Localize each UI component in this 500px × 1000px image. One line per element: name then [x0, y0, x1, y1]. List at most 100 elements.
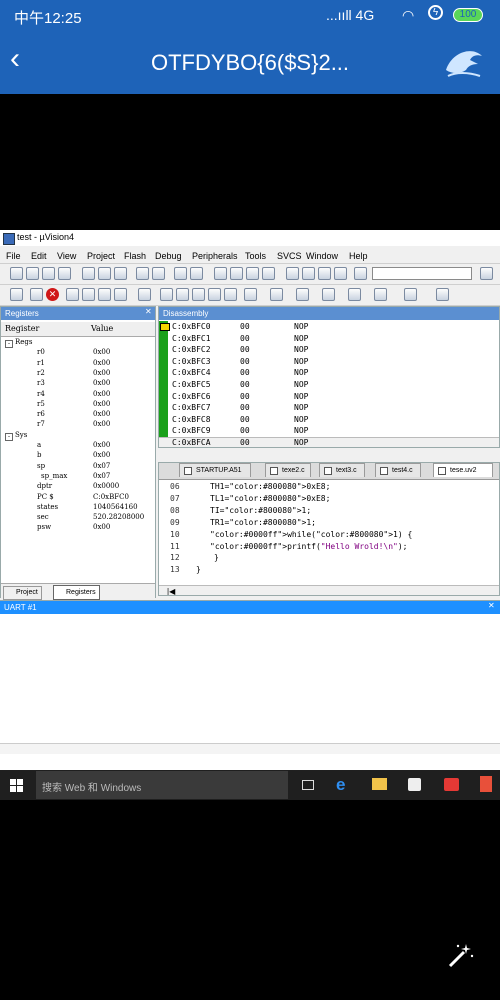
- bookmark-next-icon[interactable]: [246, 267, 259, 280]
- register-row[interactable]: r5 0x00: [1, 400, 153, 410]
- stop-icon[interactable]: ✕: [46, 288, 59, 301]
- watch-window-icon[interactable]: [244, 288, 257, 301]
- task-view-icon[interactable]: [302, 780, 314, 790]
- app-red-icon[interactable]: [444, 778, 459, 791]
- bookmark-clear-icon[interactable]: [262, 267, 275, 280]
- command-window-icon[interactable]: [160, 288, 173, 301]
- indent-icon[interactable]: [286, 267, 299, 280]
- tab-startup[interactable]: STARTUP.A51: [179, 463, 251, 477]
- bookmark-icon[interactable]: [214, 267, 227, 280]
- taskbar-search-box[interactable]: 搜索 Web 和 Windows: [36, 771, 288, 799]
- menu-debug[interactable]: Debug: [155, 251, 182, 261]
- registers-window-icon[interactable]: [208, 288, 221, 301]
- scroll-left-icon[interactable]: |◀: [167, 587, 175, 595]
- tab-registers[interactable]: Registers: [53, 585, 100, 600]
- open-folder-icon[interactable]: [26, 267, 39, 280]
- menu-view[interactable]: View: [57, 251, 76, 261]
- step-into-icon[interactable]: [66, 288, 79, 301]
- menu-svcs[interactable]: SVCS: [277, 251, 302, 261]
- tab-texe2[interactable]: texe2.c: [265, 463, 311, 477]
- sys-group[interactable]: - Sys: [1, 431, 153, 441]
- menu-project[interactable]: Project: [87, 251, 115, 261]
- call-stack-icon[interactable]: [224, 288, 237, 301]
- disassembly-addr: C:0xBFC7: [172, 403, 211, 413]
- register-row[interactable]: states 1040564160: [1, 503, 153, 513]
- menu-file[interactable]: File: [6, 251, 21, 261]
- find-icon[interactable]: [480, 267, 493, 280]
- comment-icon[interactable]: [318, 267, 331, 280]
- unindent-icon[interactable]: [302, 267, 315, 280]
- tab-tese-uv2[interactable]: tese.uv2: [433, 463, 493, 477]
- register-row[interactable]: psw 0x00: [1, 523, 153, 533]
- memory-window-icon[interactable]: [270, 288, 283, 301]
- step-out-icon[interactable]: [98, 288, 111, 301]
- edge-browser-icon[interactable]: e: [336, 775, 345, 795]
- step-over-icon[interactable]: [82, 288, 95, 301]
- register-value: 0x0000: [93, 482, 120, 491]
- register-row[interactable]: dptr 0x0000: [1, 482, 153, 492]
- redo-icon[interactable]: [152, 267, 165, 280]
- register-row[interactable]: r0 0x00: [1, 348, 153, 358]
- collapse-icon[interactable]: -: [5, 340, 13, 348]
- new-file-icon[interactable]: [10, 267, 23, 280]
- register-row[interactable]: r3 0x00: [1, 379, 153, 389]
- serial-window-icon[interactable]: [296, 288, 309, 301]
- uart-close-icon[interactable]: ✕: [488, 601, 495, 610]
- app-orange-icon[interactable]: [480, 776, 492, 792]
- system-viewer-icon[interactable]: [374, 288, 387, 301]
- collapse-icon[interactable]: -: [5, 432, 13, 441]
- store-icon[interactable]: [408, 778, 421, 791]
- run-to-cursor-icon[interactable]: [114, 288, 127, 301]
- save-icon[interactable]: [42, 267, 55, 280]
- menu-edit[interactable]: Edit: [31, 251, 47, 261]
- uncomment-icon[interactable]: [334, 267, 347, 280]
- tab-test4[interactable]: test4.c: [375, 463, 421, 477]
- find-in-files-icon[interactable]: [354, 267, 367, 280]
- menu-window[interactable]: Window: [306, 251, 338, 261]
- register-name: r3: [37, 379, 45, 388]
- cut-icon[interactable]: [82, 267, 95, 280]
- windows-start-icon[interactable]: [10, 779, 23, 792]
- trace-window-icon[interactable]: [348, 288, 361, 301]
- nav-back-icon[interactable]: [174, 267, 187, 280]
- regs-group[interactable]: - Regs: [1, 338, 153, 348]
- analysis-window-icon[interactable]: [322, 288, 335, 301]
- menu-tools[interactable]: Tools: [245, 251, 266, 261]
- dolphin-logo-icon[interactable]: [442, 44, 486, 80]
- disassembly-window-icon[interactable]: [176, 288, 189, 301]
- register-row[interactable]: r1 0x00: [1, 359, 153, 369]
- window-layout-icon[interactable]: [436, 288, 449, 301]
- save-all-icon[interactable]: [58, 267, 71, 280]
- register-row[interactable]: a 0x00: [1, 441, 153, 451]
- magic-wand-icon[interactable]: [444, 940, 476, 972]
- register-row[interactable]: b 0x00: [1, 451, 153, 461]
- register-row[interactable]: r6 0x00: [1, 410, 153, 420]
- show-next-statement-icon[interactable]: [138, 288, 151, 301]
- editor-hscrollbar[interactable]: |◀: [159, 585, 499, 595]
- run-icon[interactable]: [30, 288, 43, 301]
- menu-peripherals[interactable]: Peripherals: [192, 251, 238, 261]
- nav-forward-icon[interactable]: [190, 267, 203, 280]
- bookmark-prev-icon[interactable]: [230, 267, 243, 280]
- paste-icon[interactable]: [114, 267, 127, 280]
- uart-hscrollbar[interactable]: [0, 743, 500, 754]
- symbols-window-icon[interactable]: [192, 288, 205, 301]
- toolbox-icon[interactable]: [404, 288, 417, 301]
- register-row[interactable]: r4 0x00: [1, 390, 153, 400]
- register-row[interactable]: sp_max 0x07: [1, 472, 153, 482]
- find-combo[interactable]: [372, 267, 472, 280]
- panel-close-icon[interactable]: ✕: [145, 307, 152, 316]
- register-row[interactable]: PC $ C:0xBFC0: [1, 493, 153, 503]
- register-row[interactable]: r7 0x00: [1, 420, 153, 430]
- register-row[interactable]: sp 0x07: [1, 462, 153, 472]
- reset-icon[interactable]: [10, 288, 23, 301]
- register-row[interactable]: r2 0x00: [1, 369, 153, 379]
- copy-icon[interactable]: [98, 267, 111, 280]
- menu-help[interactable]: Help: [349, 251, 368, 261]
- undo-icon[interactable]: [136, 267, 149, 280]
- tab-project[interactable]: Project: [3, 586, 42, 600]
- tab-text3[interactable]: text3.c: [319, 463, 365, 477]
- menu-flash[interactable]: Flash: [124, 251, 146, 261]
- file-explorer-icon[interactable]: [372, 778, 387, 790]
- register-row[interactable]: sec 520.28208000: [1, 513, 153, 523]
